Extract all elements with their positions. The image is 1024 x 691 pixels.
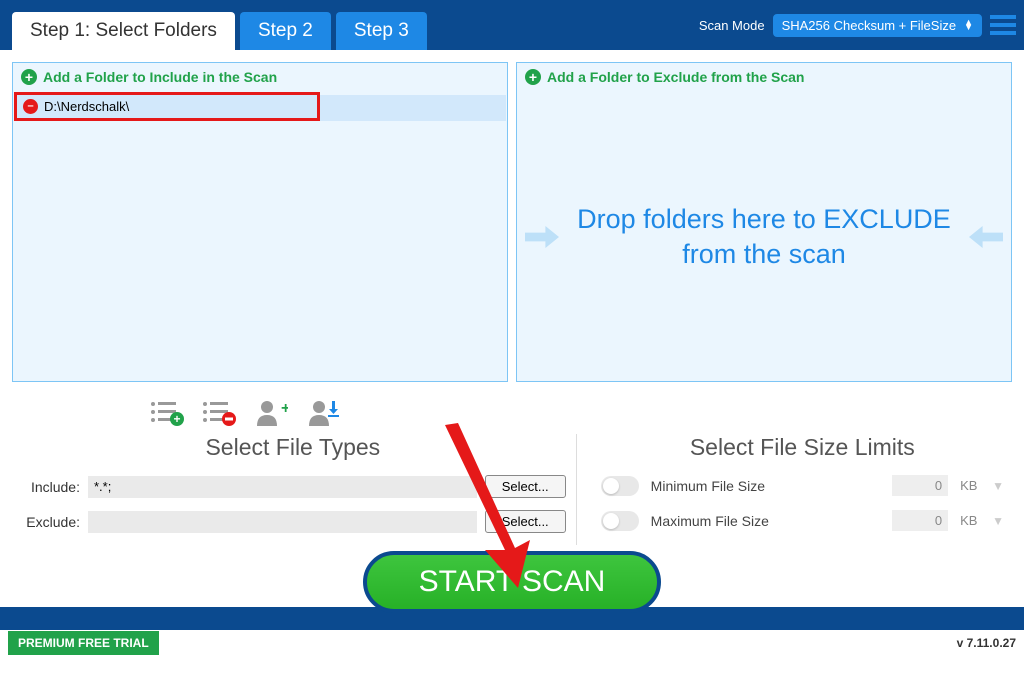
svg-text:+: + [173, 412, 180, 426]
include-input[interactable] [88, 476, 477, 498]
min-size-toggle[interactable] [601, 476, 639, 496]
plus-icon: + [525, 69, 541, 85]
include-head-label: Add a Folder to Include in the Scan [43, 69, 277, 85]
scanmode-select[interactable]: SHA256 Checksum + FileSize ▲▼ [773, 14, 982, 37]
step-tabs: Step 1: Select Folders Step 2 Step 3 [12, 12, 427, 50]
include-panel: + Add a Folder to Include in the Scan – … [12, 62, 508, 382]
version-label: v 7.11.0.27 [957, 636, 1016, 650]
user-download-icon[interactable] [306, 398, 340, 426]
max-size-toggle[interactable] [601, 511, 639, 531]
user-add-icon[interactable]: + [254, 398, 288, 426]
exclude-input[interactable] [88, 511, 477, 533]
max-size-label: Maximum File Size [651, 513, 880, 529]
exclude-add-button[interactable]: + Add a Folder to Exclude from the Scan [517, 63, 1011, 91]
lower-section: Select File Types Include: Select... Exc… [0, 426, 1024, 545]
start-scan-button[interactable]: START SCAN [363, 551, 662, 613]
min-size-label: Minimum File Size [651, 478, 880, 494]
tab-step2[interactable]: Step 2 [240, 12, 331, 50]
folder-panels: + Add a Folder to Include in the Scan – … [0, 50, 1024, 394]
exclude-dropzone[interactable]: Drop folders here to EXCLUDE from the sc… [517, 93, 1011, 381]
include-label: Include: [20, 479, 80, 495]
min-unit-dropdown-icon[interactable]: ▼ [992, 479, 1004, 493]
dropzone-text: Drop folders here to EXCLUDE from the sc… [517, 202, 1011, 272]
min-size-unit: KB [960, 478, 980, 493]
file-types-title: Select File Types [20, 434, 566, 461]
exclude-row: Exclude: Select... [20, 510, 566, 533]
start-wrap: START SCAN [0, 551, 1024, 609]
scanmode-value: SHA256 Checksum + FileSize [782, 18, 957, 33]
min-size-input[interactable] [892, 475, 948, 496]
min-size-row: Minimum File Size KB ▼ [601, 475, 1004, 496]
exclude-label: Exclude: [20, 514, 80, 530]
file-types-section: Select File Types Include: Select... Exc… [20, 434, 566, 545]
folder-path: D:\Nerdschalk\ [44, 99, 129, 114]
remove-icon[interactable]: – [23, 99, 38, 114]
exclude-head-label: Add a Folder to Exclude from the Scan [547, 69, 804, 85]
menu-icon[interactable] [990, 11, 1016, 39]
plus-icon: + [21, 69, 37, 85]
include-add-button[interactable]: + Add a Folder to Include in the Scan [13, 63, 507, 91]
max-size-unit: KB [960, 513, 980, 528]
trial-badge[interactable]: PREMIUM FREE TRIAL [8, 631, 159, 655]
topbar-right: Scan Mode SHA256 Checksum + FileSize ▲▼ [699, 11, 1016, 39]
tab-step3[interactable]: Step 3 [336, 12, 427, 50]
include-folder-row[interactable]: – D:\Nerdschalk\ [14, 92, 320, 121]
list-add-icon[interactable]: + [150, 398, 184, 426]
select-arrows-icon: ▲▼ [964, 20, 973, 30]
top-bar: Step 1: Select Folders Step 2 Step 3 Sca… [0, 0, 1024, 50]
bottom-bar: PREMIUM FREE TRIAL v 7.11.0.27 [0, 630, 1024, 656]
max-size-input[interactable] [892, 510, 948, 531]
file-size-section: Select File Size Limits Minimum File Siz… [576, 434, 1004, 545]
include-select-button[interactable]: Select... [485, 475, 566, 498]
toolbar-icons: + + [0, 398, 1024, 426]
exclude-panel: + Add a Folder to Exclude from the Scan … [516, 62, 1012, 382]
scanmode-label: Scan Mode [699, 18, 765, 33]
file-size-title: Select File Size Limits [601, 434, 1004, 461]
tab-step1[interactable]: Step 1: Select Folders [12, 12, 235, 50]
max-size-row: Maximum File Size KB ▼ [601, 510, 1004, 531]
svg-text:+: + [281, 400, 288, 417]
list-remove-icon[interactable] [202, 398, 236, 426]
exclude-select-button[interactable]: Select... [485, 510, 566, 533]
max-unit-dropdown-icon[interactable]: ▼ [992, 514, 1004, 528]
include-row: Include: Select... [20, 475, 566, 498]
